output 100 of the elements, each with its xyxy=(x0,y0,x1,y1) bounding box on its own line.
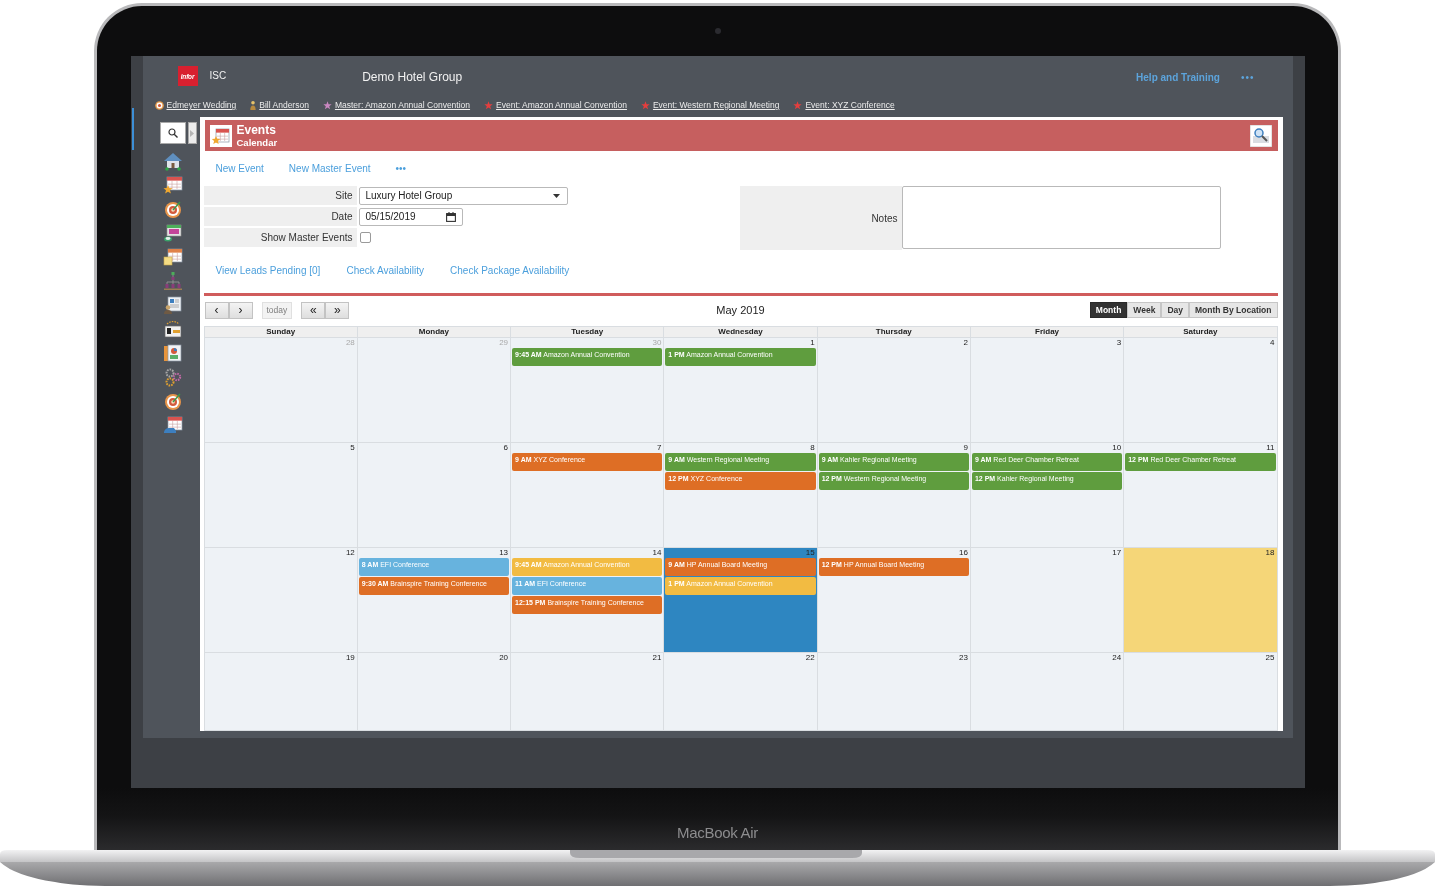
star-icon xyxy=(322,100,332,110)
search-icon[interactable] xyxy=(1249,124,1272,147)
weekday-label: Thursday xyxy=(817,327,971,338)
calendar-day[interactable]: 18 xyxy=(1124,548,1278,653)
day-number: 4 xyxy=(1270,338,1276,348)
device-label: MacBook Air xyxy=(677,824,758,842)
field-label: Notes xyxy=(739,186,902,250)
view-button[interactable]: Month By Location xyxy=(1189,302,1278,318)
day-number: 1 xyxy=(810,338,816,348)
field-label: Show Master Events xyxy=(203,228,357,247)
nav-button[interactable]: « xyxy=(301,301,326,319)
day-number: 23 xyxy=(959,653,969,663)
caret-icon xyxy=(190,129,194,137)
star-icon xyxy=(640,100,650,110)
calendar-day[interactable]: 5 xyxy=(204,443,358,548)
day-number: 28 xyxy=(345,338,356,348)
organization-title: Demo Hotel Group xyxy=(362,70,463,84)
calendar-day[interactable]: 24 xyxy=(970,653,1125,731)
target-icon[interactable] xyxy=(162,199,183,219)
field-label: Date xyxy=(203,207,357,226)
product-name: ISC xyxy=(209,69,227,81)
target-icon[interactable] xyxy=(162,391,183,411)
day-number: 19 xyxy=(345,653,356,663)
day-number: 12 xyxy=(345,548,356,558)
recent-item-link[interactable]: Event: XYZ Conference xyxy=(793,100,895,110)
checkbox[interactable] xyxy=(359,232,371,243)
weekday-label: Monday xyxy=(357,327,512,338)
house-icon[interactable] xyxy=(162,151,183,171)
day-number: 3 xyxy=(1116,338,1123,348)
calendar-day[interactable]: 23 xyxy=(817,653,971,731)
person-icon xyxy=(250,100,257,110)
day-number: 21 xyxy=(652,653,663,663)
site-select[interactable]: Luxury Hotel Group xyxy=(358,186,568,205)
search-button[interactable] xyxy=(159,122,186,144)
recent-item-link[interactable]: Event: Amazon Annual Convention xyxy=(484,100,627,110)
calendar-day[interactable]: 25 xyxy=(1124,653,1278,731)
search-icon xyxy=(167,128,178,138)
day-number: 8 xyxy=(810,443,816,453)
target-icon xyxy=(154,100,164,110)
expand-button[interactable] xyxy=(187,122,197,144)
weekday-label: Wednesday xyxy=(664,327,818,338)
calendar-icon xyxy=(445,211,456,222)
calendar-star-icon[interactable] xyxy=(162,175,183,195)
star-icon xyxy=(793,100,803,110)
document-chart-icon[interactable] xyxy=(162,343,183,363)
day-number: 20 xyxy=(499,653,510,663)
notes-field[interactable] xyxy=(901,186,1221,249)
calendar-day[interactable]: 17 xyxy=(970,548,1125,653)
day-number: 14 xyxy=(652,548,663,558)
day-number: 18 xyxy=(1265,548,1276,558)
nav-button[interactable]: » xyxy=(325,301,350,319)
star-icon xyxy=(484,100,494,110)
day-number: 17 xyxy=(1112,548,1123,558)
calendar-icon[interactable] xyxy=(162,415,183,435)
calendar-day[interactable]: 12 xyxy=(204,548,358,653)
calendar-note-icon[interactable] xyxy=(162,247,183,267)
camera-icon xyxy=(714,28,721,34)
day-number: 29 xyxy=(499,338,510,348)
recent-item-link[interactable]: Edmeyer Wedding xyxy=(154,100,237,110)
id-card-icon[interactable] xyxy=(162,319,183,339)
day-number: 13 xyxy=(499,548,510,558)
view-button[interactable]: Week xyxy=(1127,302,1162,318)
calendar-day[interactable]: 6 xyxy=(357,443,512,548)
view-button[interactable]: Month xyxy=(1089,302,1128,318)
calendar-day[interactable]: 2 xyxy=(817,338,971,443)
day-number: 22 xyxy=(805,653,816,663)
day-number: 16 xyxy=(959,548,969,558)
view-button[interactable]: Day xyxy=(1161,302,1189,318)
nav-button[interactable]: › xyxy=(228,301,253,319)
calendar-day[interactable]: 19 xyxy=(204,653,358,731)
day-number: 30 xyxy=(652,338,663,348)
weekday-label: Sunday xyxy=(204,327,358,338)
nav-button[interactable]: ‹ xyxy=(204,301,229,319)
day-number: 24 xyxy=(1112,653,1123,663)
field-label: Site xyxy=(203,186,357,205)
day-number: 5 xyxy=(350,443,356,453)
recent-item-link[interactable]: Event: Western Regional Meeting xyxy=(640,100,780,110)
calendar-day[interactable]: 20 xyxy=(357,653,512,731)
day-number: 9 xyxy=(963,443,969,453)
calendar-day[interactable]: 22 xyxy=(664,653,818,731)
day-number: 15 xyxy=(805,548,816,558)
day-number: 7 xyxy=(656,443,663,453)
card-stack-icon[interactable] xyxy=(162,223,183,243)
caret-icon xyxy=(552,193,560,198)
day-number: 2 xyxy=(963,338,969,348)
day-number: 11 xyxy=(1266,443,1276,453)
day-number: 6 xyxy=(503,443,510,453)
panel-title: Events xyxy=(236,123,277,137)
calendar-day[interactable]: 4 xyxy=(1124,338,1278,443)
calendar-title: May 2019 xyxy=(716,304,765,316)
date-field[interactable]: 05/15/2019 xyxy=(358,207,463,226)
calendar-day[interactable]: 3 xyxy=(970,338,1125,443)
recent-item-link[interactable]: Bill Anderson xyxy=(250,100,309,110)
day-number: 25 xyxy=(1265,653,1276,663)
panel-subtitle: Calendar xyxy=(236,136,278,148)
recent-item-link[interactable]: Master: Amazon Annual Convention xyxy=(322,100,471,110)
calendar-day[interactable]: 21 xyxy=(511,653,665,731)
contact-card-icon[interactable] xyxy=(162,295,183,315)
day-number: 10 xyxy=(1112,443,1123,453)
active-indicator xyxy=(131,108,134,150)
